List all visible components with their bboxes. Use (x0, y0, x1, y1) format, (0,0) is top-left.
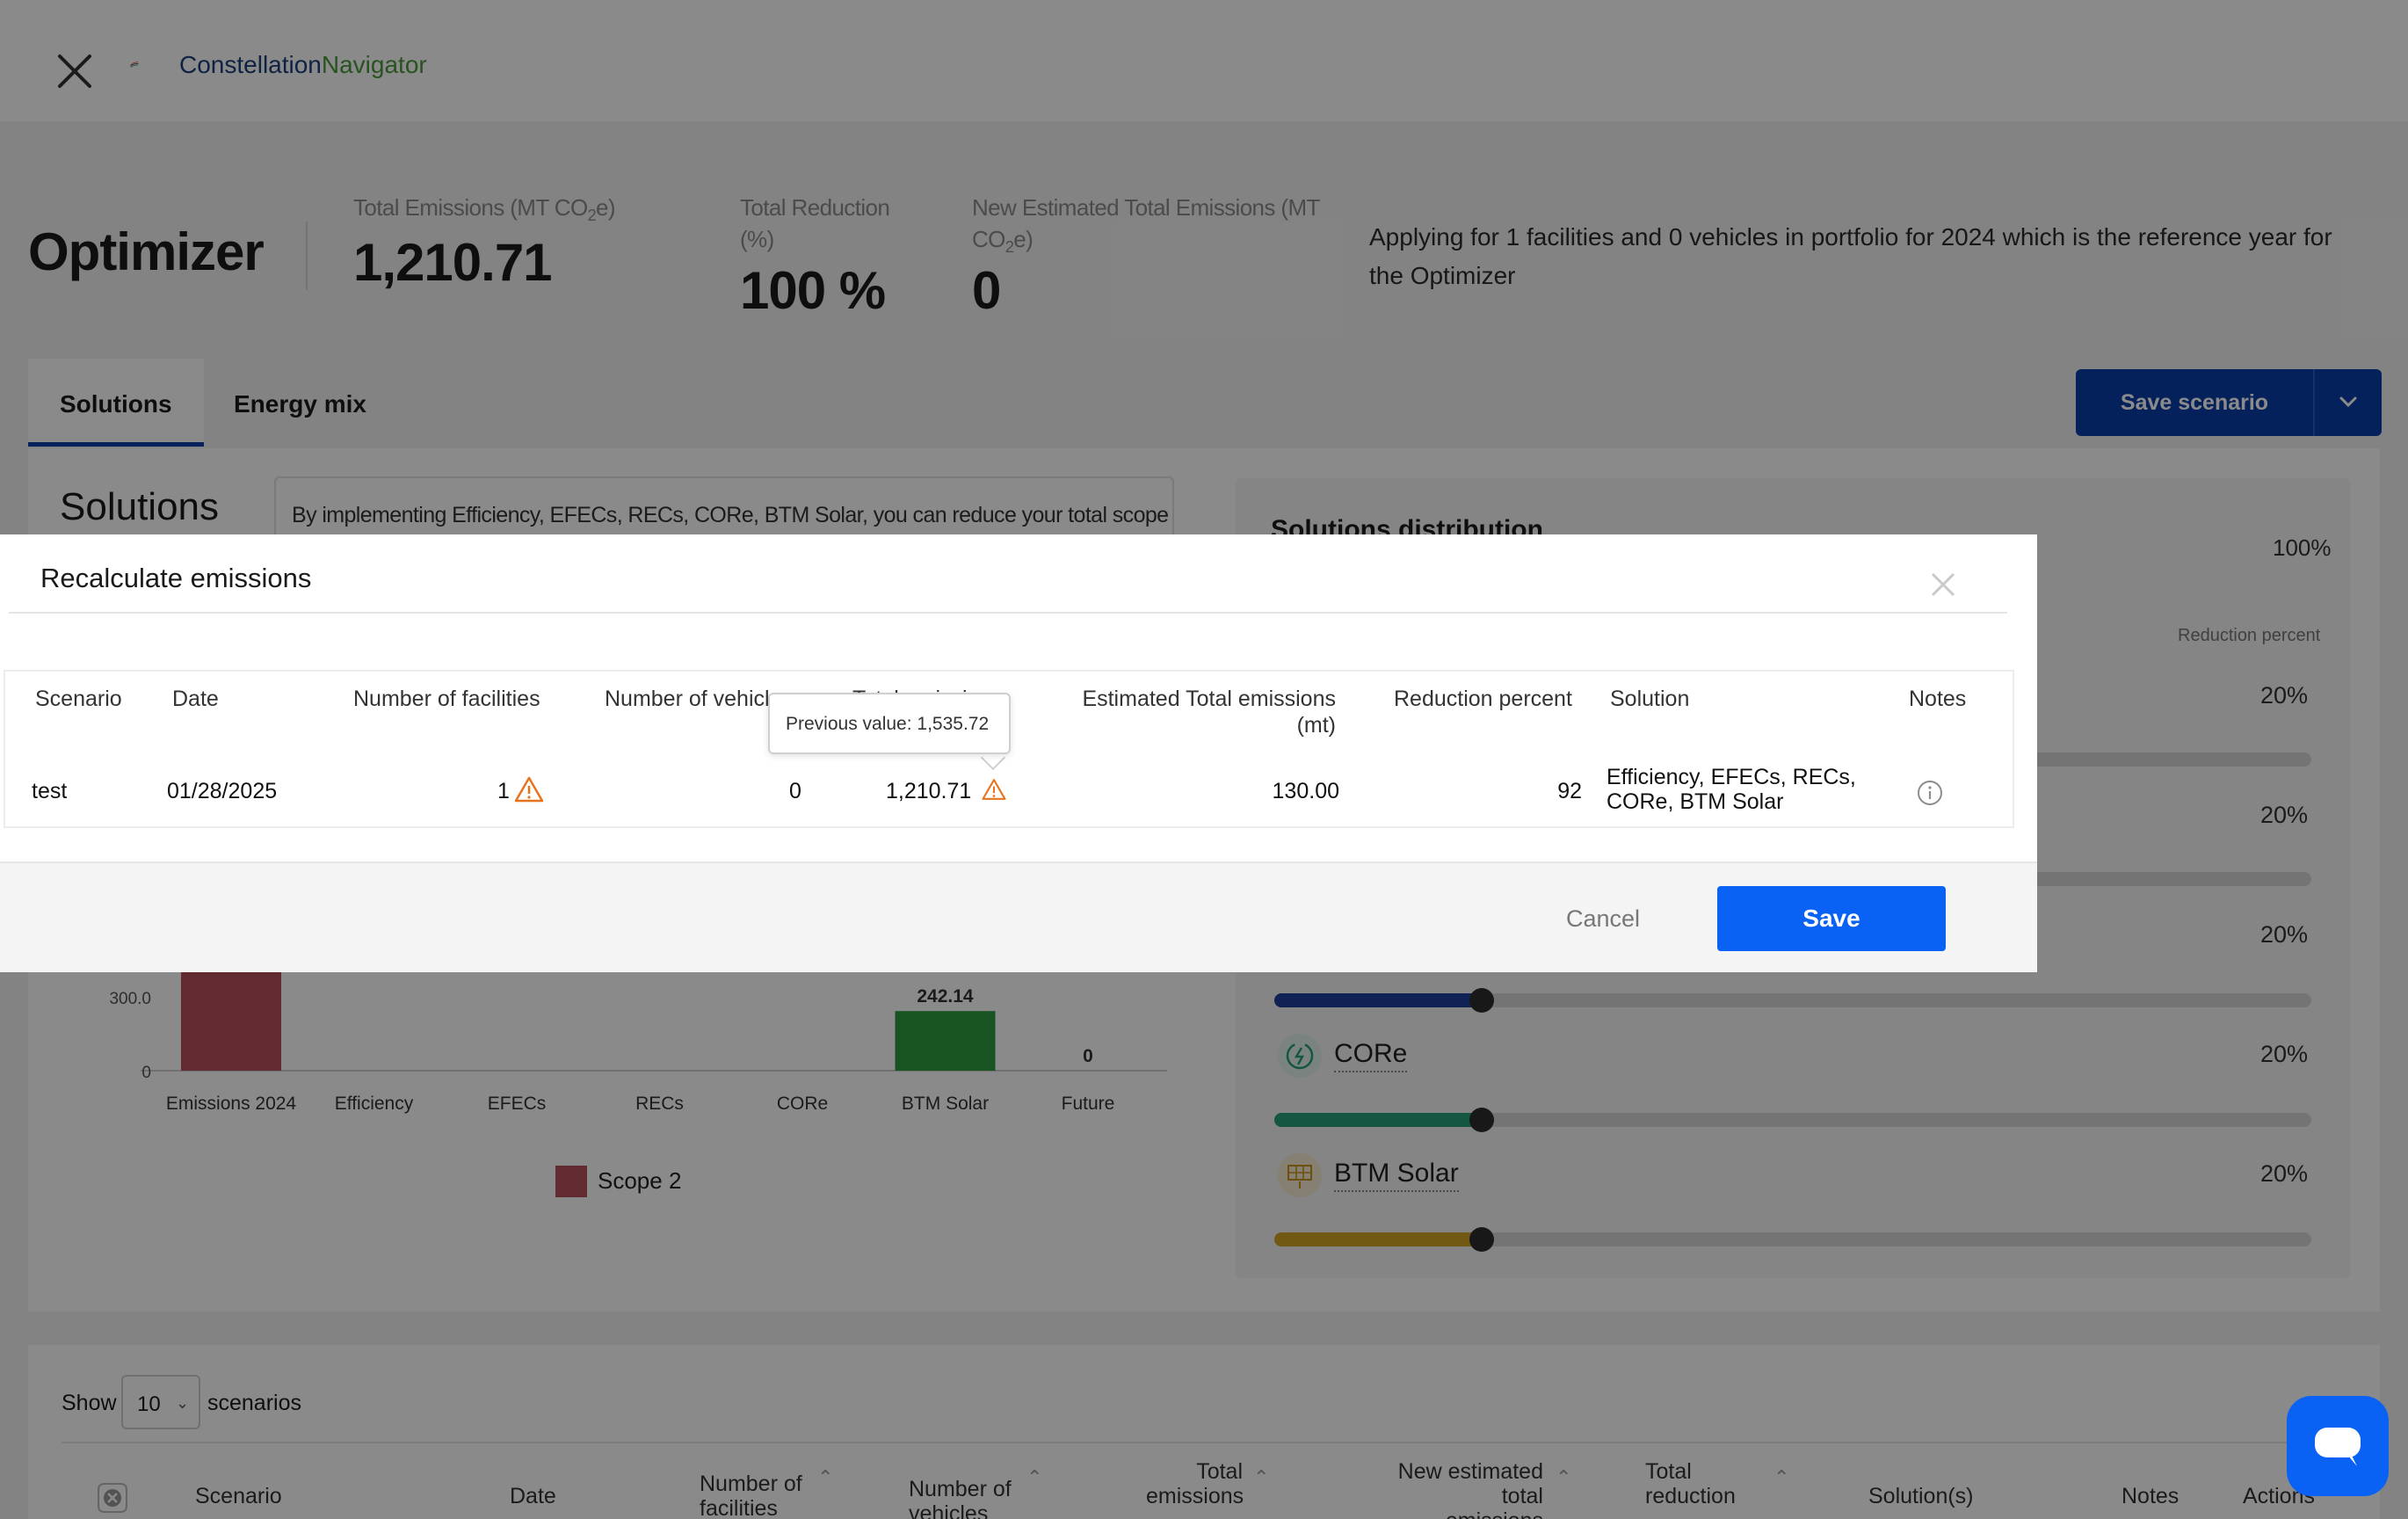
chat-icon (2315, 1428, 2361, 1466)
modal-title: Recalculate emissions (40, 563, 312, 593)
mth-notes: Notes (1909, 687, 1967, 711)
previous-value-tooltip: Previous value: 1,535.72 (768, 693, 1011, 754)
row-solution: Efficiency, EFECs, RECs, CORe, BTM Solar (1607, 765, 1856, 814)
mth-facilities: Number of facilities (353, 687, 540, 711)
modal-divider (9, 612, 2007, 614)
row-scenario: test (32, 779, 68, 803)
row-solution-line1: Efficiency, EFECs, RECs, (1607, 765, 1856, 789)
mth-scenario: Scenario (35, 687, 122, 711)
row-date: 01/28/2025 (167, 779, 278, 803)
chat-button[interactable] (2287, 1396, 2389, 1496)
mth-estimated: Estimated Total emissions (mt) (1055, 686, 1336, 738)
row-estimated: 130.00 (1272, 779, 1339, 803)
cancel-button[interactable]: Cancel (1489, 886, 1717, 951)
mth-estimated-line2: (mt) (1296, 713, 1336, 738)
mth-vehicles: Number of vehicl (605, 687, 770, 711)
mth-estimated-line1: Estimated Total emissions (1082, 687, 1336, 711)
save-button[interactable]: Save (1717, 886, 1946, 951)
mth-date: Date (172, 687, 219, 711)
close-icon[interactable] (1930, 571, 1956, 598)
row-solution-line2: CORe, BTM Solar (1607, 789, 1784, 814)
warning-icon[interactable] (981, 777, 1007, 802)
row-total-emissions: 1,210.71 (886, 779, 972, 803)
info-icon[interactable] (1916, 779, 1944, 807)
row-reduction: 92 (1557, 779, 1582, 803)
row-facilities: 1 (497, 779, 510, 803)
row-vehicles: 0 (789, 779, 801, 803)
warning-icon[interactable] (513, 775, 545, 803)
mth-solution: Solution (1610, 687, 1690, 711)
mth-reduction: Reduction percent (1394, 687, 1572, 711)
